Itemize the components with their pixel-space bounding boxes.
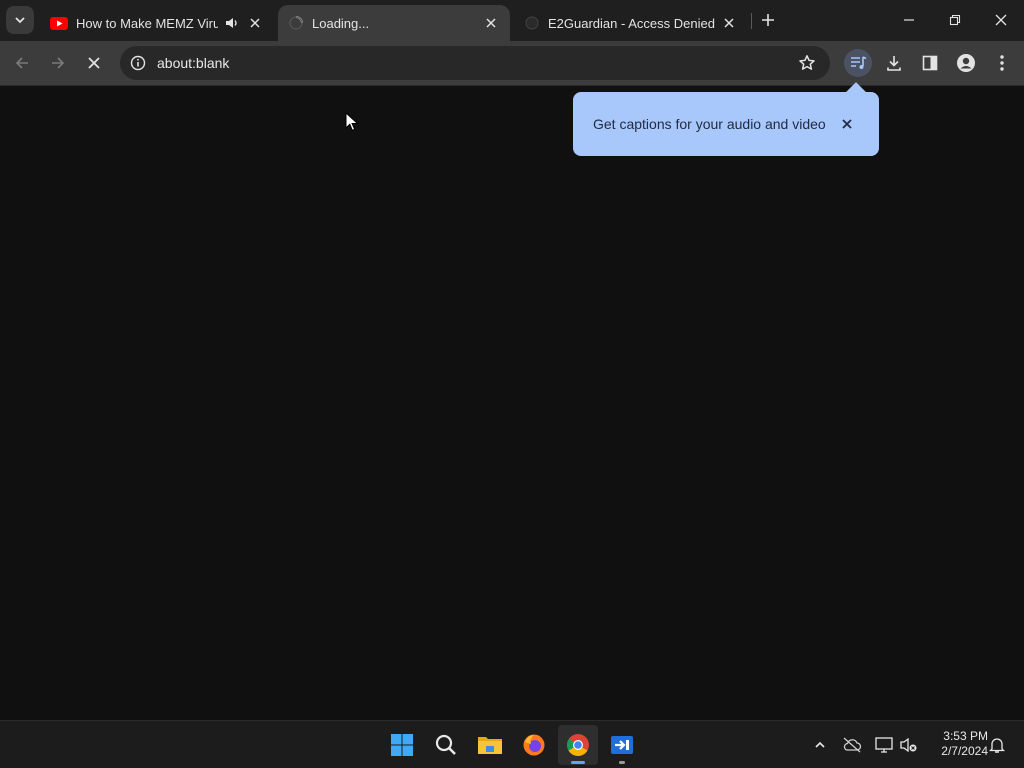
tab-e2guardian[interactable]: E2Guardian - Access Denied xyxy=(514,5,748,41)
arrow-left-icon xyxy=(15,57,28,69)
tab-separator xyxy=(751,13,752,29)
captions-bubble-close-button[interactable] xyxy=(837,114,857,134)
search-icon xyxy=(435,734,456,755)
more-vertical-icon xyxy=(1000,55,1004,71)
profile-icon xyxy=(957,54,975,72)
site-info-button[interactable] xyxy=(128,53,148,73)
onedrive-tray-button[interactable] xyxy=(840,733,864,757)
system-clock[interactable]: 3:53 PM 2/7/2024 xyxy=(926,729,988,759)
volume-tray-button[interactable] xyxy=(897,733,921,757)
chrome-button[interactable] xyxy=(558,725,598,765)
stop-loading-button[interactable] xyxy=(80,49,108,77)
globe-icon xyxy=(525,16,539,30)
remote-app-icon xyxy=(611,736,633,754)
music-queue-icon xyxy=(851,56,867,69)
bell-icon xyxy=(989,738,1005,753)
start-button[interactable] xyxy=(382,725,422,765)
tab-title: E2Guardian - Access Denied xyxy=(548,15,715,31)
tab-youtube[interactable]: How to Make MEMZ Virus ( xyxy=(40,5,274,41)
cloud-offline-icon xyxy=(843,737,862,753)
back-button[interactable] xyxy=(8,49,36,77)
file-explorer-icon xyxy=(478,737,502,754)
firefox-icon xyxy=(523,734,545,756)
plus-icon xyxy=(762,14,774,26)
notifications-button[interactable] xyxy=(985,733,1009,757)
bookmark-button[interactable] xyxy=(796,52,818,74)
side-panel-icon xyxy=(922,55,938,71)
new-tab-button[interactable] xyxy=(756,8,780,32)
tab-close-button[interactable] xyxy=(720,14,738,32)
tab-close-button[interactable] xyxy=(482,14,500,32)
chevron-up-icon xyxy=(815,741,825,748)
tab-loading[interactable]: Loading... xyxy=(278,5,510,41)
minimize-button[interactable] xyxy=(886,0,932,40)
browser-toolbar: about:blank xyxy=(0,41,1024,86)
running-app-indicator xyxy=(619,761,625,764)
tab-close-button[interactable] xyxy=(246,14,264,32)
windows-taskbar: 3:53 PM 2/7/2024 xyxy=(0,720,1024,768)
mouse-cursor-icon xyxy=(345,112,359,131)
loading-spinner-icon xyxy=(289,16,303,30)
forward-button[interactable] xyxy=(44,49,72,77)
close-icon xyxy=(88,57,100,69)
speaker-icon[interactable] xyxy=(224,15,240,31)
close-icon xyxy=(724,18,734,28)
minimize-icon xyxy=(904,19,914,21)
profile-button[interactable] xyxy=(952,49,980,77)
close-icon xyxy=(250,18,260,28)
close-window-button[interactable] xyxy=(978,0,1024,40)
tab-title: How to Make MEMZ Virus ( xyxy=(76,15,218,31)
tab-search-button[interactable] xyxy=(6,6,34,34)
file-explorer-button[interactable] xyxy=(470,725,510,765)
remote-app-button[interactable] xyxy=(602,725,642,765)
close-icon xyxy=(842,119,852,129)
info-icon xyxy=(130,55,146,71)
tab-strip: How to Make MEMZ Virus ( Loading... E2Gu… xyxy=(0,0,1024,41)
captions-promo-bubble: Get captions for your audio and video xyxy=(573,82,879,156)
taskbar-search-button[interactable] xyxy=(426,725,466,765)
arrow-right-icon xyxy=(52,57,65,69)
side-panel-button[interactable] xyxy=(916,49,944,77)
chrome-menu-button[interactable] xyxy=(988,49,1016,77)
firefox-button[interactable] xyxy=(514,725,554,765)
network-icon xyxy=(875,737,893,753)
restore-button[interactable] xyxy=(932,0,978,40)
media-controls-button[interactable] xyxy=(844,49,872,77)
chrome-icon xyxy=(567,734,589,756)
show-hidden-icons-button[interactable] xyxy=(808,733,832,757)
network-tray-button[interactable] xyxy=(872,733,896,757)
star-icon xyxy=(799,55,815,70)
address-bar[interactable]: about:blank xyxy=(120,46,830,80)
active-app-indicator xyxy=(571,761,585,764)
youtube-icon xyxy=(50,16,68,30)
clock-time: 3:53 PM xyxy=(943,729,988,743)
close-icon xyxy=(995,14,1007,26)
download-icon xyxy=(887,56,901,71)
restore-icon xyxy=(949,14,961,26)
windows-start-icon xyxy=(391,734,413,756)
captions-promo-text: Get captions for your audio and video xyxy=(593,116,826,132)
close-icon xyxy=(486,18,496,28)
chevron-down-icon xyxy=(15,17,25,24)
clock-date: 2/7/2024 xyxy=(941,744,988,758)
url-text[interactable]: about:blank xyxy=(157,55,229,71)
speaker-muted-icon xyxy=(900,737,917,753)
tab-title: Loading... xyxy=(312,15,370,31)
downloads-button[interactable] xyxy=(880,49,908,77)
page-content xyxy=(0,87,1024,720)
